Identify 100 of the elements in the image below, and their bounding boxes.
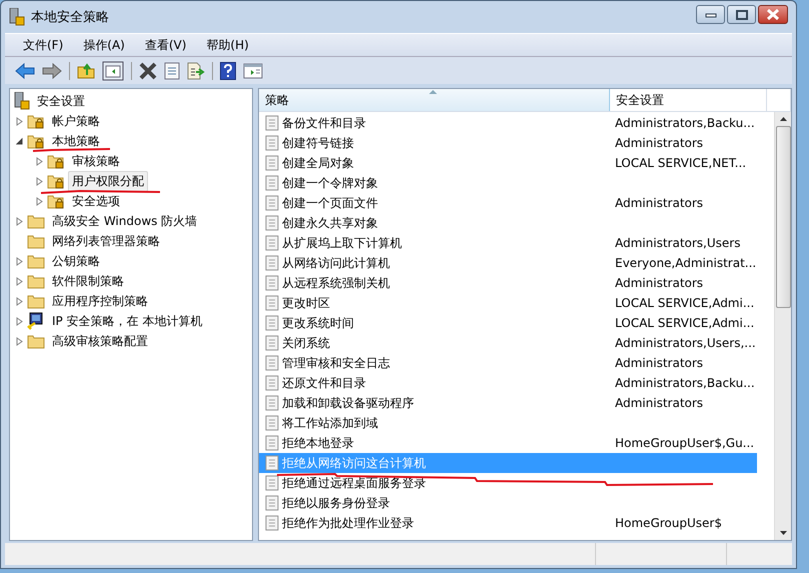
locked-folder-icon (47, 193, 65, 209)
setting-value: Administrators (615, 196, 704, 210)
tree-item[interactable]: 公钥策略 (48, 250, 104, 272)
setting-value: Administrators,Users (615, 236, 740, 250)
policy-icon (265, 315, 279, 331)
setting-value: Administrators (615, 276, 704, 290)
policy-icon (265, 275, 279, 291)
policy-row[interactable]: 从远程系统强制关机 (259, 273, 609, 293)
policy-row[interactable]: 还原文件和目录 (259, 373, 609, 393)
policy-row[interactable]: 从扩展坞上取下计算机 (259, 233, 609, 253)
help-icon[interactable] (220, 62, 236, 80)
folder-icon (27, 233, 45, 249)
column-header[interactable]: 安全设置 (610, 89, 767, 111)
policy-name: 从远程系统强制关机 (282, 274, 390, 292)
tree-item[interactable]: 高级审核策略配置 (48, 330, 152, 352)
expand-arrow-icon[interactable] (16, 116, 22, 126)
tree-item[interactable]: IP 安全策略，在 本地计算机 (48, 310, 206, 332)
expand-arrow-icon[interactable] (36, 176, 42, 186)
menu-item[interactable]: 帮助(H) (198, 36, 257, 54)
policy-name: 创建符号链接 (282, 134, 354, 152)
expand-arrow-icon[interactable] (16, 296, 22, 306)
minimize-button[interactable] (696, 5, 725, 24)
tree-item[interactable]: 本地策略 (48, 130, 104, 152)
policy-row[interactable]: 从网络访问此计算机 (259, 253, 609, 273)
policy-icon (265, 135, 279, 151)
server-lock-icon (14, 92, 30, 110)
column-header[interactable]: 策略 (259, 89, 610, 111)
policy-icon (265, 355, 279, 371)
window-title: 本地安全策略 (31, 9, 109, 26)
policy-name: 创建一个页面文件 (282, 194, 378, 212)
policy-name: 从网络访问此计算机 (282, 254, 390, 272)
expand-arrow-icon[interactable] (16, 256, 22, 266)
expand-arrow-icon[interactable] (16, 276, 22, 286)
policy-name: 关闭系统 (282, 334, 330, 352)
maximize-icon (736, 10, 748, 20)
delete-icon[interactable] (139, 62, 157, 80)
close-button[interactable] (758, 5, 788, 24)
back-icon[interactable] (15, 62, 35, 78)
show-tree-icon[interactable] (102, 60, 124, 80)
folder-icon (27, 333, 45, 349)
policy-name: 拒绝本地登录 (282, 434, 354, 452)
policy-name: 拒绝从网络访问这台计算机 (282, 454, 426, 472)
setting-value: LOCAL SERVICE,Admi... (615, 316, 754, 330)
folder-icon (27, 293, 45, 309)
policy-row[interactable]: 更改时区 (259, 293, 609, 313)
policy-row[interactable]: 备份文件和目录 (259, 113, 609, 133)
tree-item[interactable]: 高级安全 Windows 防火墙 (48, 210, 202, 232)
menu-item[interactable]: 查看(V) (136, 36, 194, 54)
policy-icon (265, 235, 279, 251)
tree-item[interactable]: 帐户策略 (48, 110, 104, 132)
policy-icon (265, 215, 279, 231)
properties-icon[interactable] (164, 62, 180, 80)
policy-row[interactable]: 创建全局对象 (259, 153, 609, 173)
policy-row[interactable]: 创建一个页面文件 (259, 193, 609, 213)
export-list-icon[interactable] (187, 62, 205, 80)
tree-item[interactable]: 软件限制策略 (48, 270, 128, 292)
up-folder-icon[interactable] (77, 62, 95, 78)
policy-name: 管理审核和安全日志 (282, 354, 390, 372)
policy-row[interactable]: 关闭系统 (259, 333, 609, 353)
policy-row[interactable]: 拒绝作为批处理作业登录 (259, 513, 609, 533)
tree-item[interactable]: 安全选项 (68, 190, 124, 212)
expand-arrow-icon[interactable] (16, 216, 22, 226)
policy-name: 创建全局对象 (282, 154, 354, 172)
policy-name: 拒绝作为批处理作业登录 (282, 514, 414, 532)
policy-row[interactable]: 更改系统时间 (259, 313, 609, 333)
menu-item[interactable]: 文件(F) (15, 36, 72, 54)
policy-row[interactable]: 拒绝本地登录 (259, 433, 609, 453)
forward-icon[interactable] (42, 62, 62, 78)
policy-name: 备份文件和目录 (282, 114, 366, 132)
policy-row[interactable]: 管理审核和安全日志 (259, 353, 609, 373)
expand-arrow-icon[interactable] (16, 316, 22, 326)
expand-arrow-icon[interactable] (36, 156, 42, 166)
tree-item[interactable]: 审核策略 (68, 150, 124, 172)
policy-name: 将工作站添加到域 (282, 414, 378, 432)
locked-folder-icon (27, 113, 45, 129)
policy-row[interactable]: 将工作站添加到域 (259, 413, 609, 433)
tree-item[interactable]: 安全设置 (33, 90, 89, 112)
policy-name: 还原文件和目录 (282, 374, 366, 392)
policy-name: 从扩展坞上取下计算机 (282, 234, 402, 252)
policy-row[interactable]: 创建一个令牌对象 (259, 173, 609, 193)
tree-item[interactable]: 网络列表管理器策略 (48, 230, 164, 252)
policy-icon (265, 475, 279, 491)
maximize-button[interactable] (727, 5, 756, 24)
tree-item[interactable]: 应用程序控制策略 (48, 290, 152, 312)
policy-icon (265, 375, 279, 391)
setting-value: LOCAL SERVICE,Admi... (615, 296, 754, 310)
policy-row[interactable]: 拒绝以服务身份登录 (259, 493, 609, 513)
menu-item[interactable]: 操作(A) (75, 36, 133, 54)
action-pane-icon[interactable] (243, 62, 263, 78)
expand-arrow-icon[interactable] (36, 196, 42, 206)
policy-row[interactable]: 创建永久共享对象 (259, 213, 609, 233)
setting-value: Everyone,Administrat... (615, 256, 756, 270)
policy-icon (265, 415, 279, 431)
policy-row[interactable]: 加载和卸载设备驱动程序 (259, 393, 609, 413)
policy-icon (265, 175, 279, 191)
collapse-arrow-icon[interactable] (16, 136, 22, 146)
policy-row[interactable]: 创建符号链接 (259, 133, 609, 153)
locked-folder-icon (27, 133, 45, 149)
expand-arrow-icon[interactable] (16, 336, 22, 346)
tree-item[interactable]: 用户权限分配 (68, 170, 148, 192)
